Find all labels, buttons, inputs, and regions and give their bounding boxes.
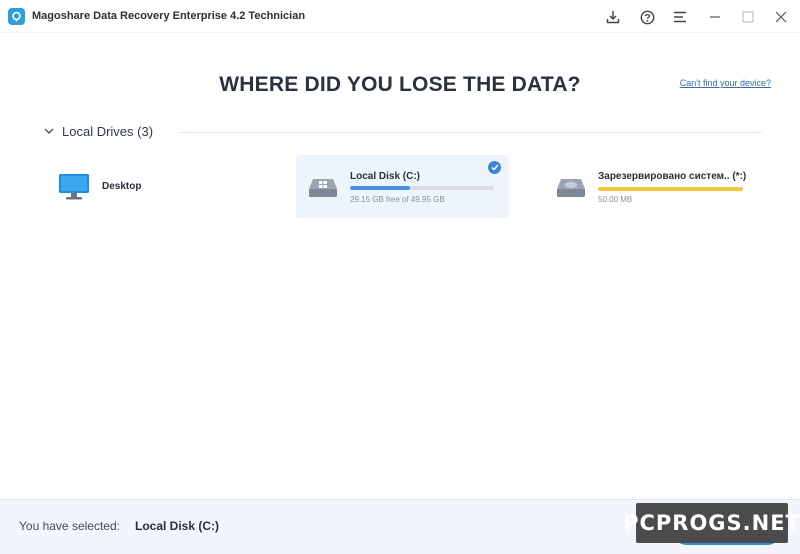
close-icon[interactable] [770, 6, 792, 28]
watermark: PCPROGS.NET [623, 503, 800, 543]
window-title: Magoshare Data Recovery Enterprise 4.2 T… [32, 10, 306, 22]
drive-usage-bar-fill [598, 187, 743, 191]
windows-disk-icon [308, 175, 338, 199]
disk-icon [556, 175, 586, 199]
cant-find-device-link[interactable]: Can't find your device? [680, 78, 771, 88]
drive-card-reserved[interactable]: Зарезервировано систем.. (*:) 50.00 MB [546, 155, 762, 218]
drive-name: Зарезервировано систем.. (*:) [598, 171, 747, 182]
drive-free-space: 50.00 MB [598, 195, 633, 204]
drive-name: Local Disk (C:) [350, 171, 421, 182]
section-title-local-drives[interactable]: Local Drives (3) [62, 124, 153, 139]
drive-card-desktop[interactable]: Desktop [46, 156, 256, 219]
minimize-icon[interactable] [704, 6, 726, 28]
drive-usage-bar [350, 186, 494, 190]
drive-free-space: 29.15 GB free of 49.95 GB [350, 195, 445, 204]
monitor-icon [58, 172, 90, 202]
drive-usage-bar [598, 187, 743, 191]
watermark-text: PCPROGS.NET [623, 511, 800, 535]
selected-value: Local Disk (C:) [135, 519, 220, 533]
help-icon[interactable] [636, 6, 658, 28]
drive-name: Desktop [102, 181, 142, 192]
chevron-down-icon[interactable] [42, 124, 56, 138]
selected-check-icon [488, 161, 501, 174]
drive-card-local-disk-c[interactable]: Local Disk (C:) 29.15 GB free of 49.95 G… [296, 155, 509, 218]
section-divider [178, 132, 762, 133]
app-logo-icon [8, 8, 25, 25]
selected-label: You have selected: [19, 519, 120, 533]
maximize-icon[interactable] [737, 6, 759, 28]
drive-usage-bar-fill [350, 186, 411, 190]
title-bar: Magoshare Data Recovery Enterprise 4.2 T… [0, 0, 800, 33]
download-icon[interactable] [602, 6, 624, 28]
menu-icon[interactable] [669, 6, 691, 28]
